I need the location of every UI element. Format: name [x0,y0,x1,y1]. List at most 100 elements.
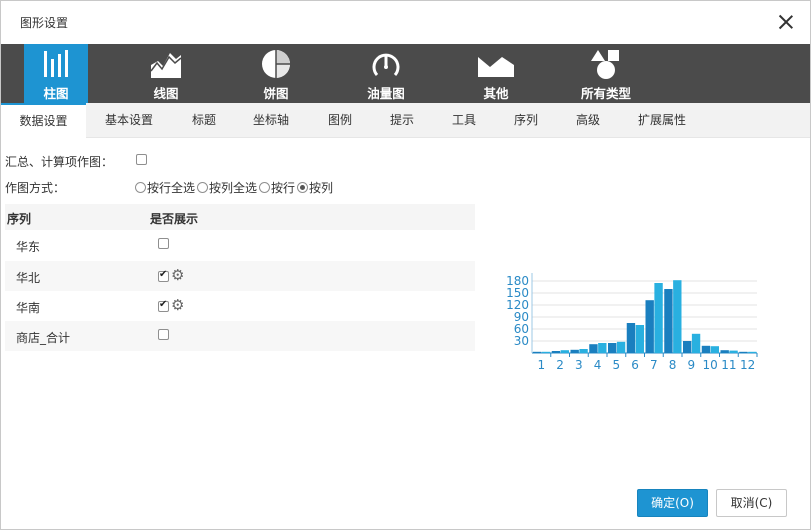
radio-label: 按行 [271,181,296,195]
x-tick-label: 9 [688,358,696,372]
chart-bar [589,344,598,353]
radio-button [197,182,209,193]
chart-type-bar[interactable]: 柱图 [24,44,88,103]
tab-title[interactable]: 标题 [192,103,216,138]
chart-preview: 3060901201501801 2 3 4 5 6 7 8 9 10 11 12 [506,273,758,372]
chart-type-line[interactable]: 线图 [134,44,198,103]
gauge-icon [372,53,400,76]
series-name: 华南 [16,301,41,315]
chart-type-all[interactable]: 所有类型 [574,44,638,103]
table-row: 华东 [5,230,475,260]
series-visible-checkbox[interactable] [158,299,169,312]
x-tick-label: 6 [631,358,639,372]
tab-series[interactable]: 序列 [514,103,538,138]
gear-icon[interactable]: ⚙ [171,296,184,314]
x-tick-label: 4 [594,358,602,372]
line-chart-icon [150,53,182,78]
tab-legend[interactable]: 图例 [328,103,352,138]
chart-type-label: 线图 [153,86,179,101]
radio-label: 按列 [309,181,334,195]
chart-type-other[interactable]: 其他 [464,44,528,103]
plot-mode-label: 作图方式： [5,181,66,195]
chart-settings-dialog: 图形设置 柱图 线图 饼图 油量图 其他 所有类型 数据设置 基本设置 标题 坐… [0,0,811,530]
table-row: 华南 ⚙ [5,291,475,321]
chart-type-toolbar: 柱图 线图 饼图 油量图 其他 所有类型 [1,44,810,103]
chart-bar [720,350,729,353]
y-tick-label: 30 [514,334,529,348]
chart-bar [541,351,551,353]
x-tick-label: 2 [556,358,564,372]
chart-bar [616,341,626,353]
chart-bar [691,333,701,353]
chart-bar [598,343,607,353]
series-visible-checkbox[interactable] [158,329,169,340]
cancel-button[interactable]: 取消(C) [716,489,787,517]
chart-type-label: 油量图 [367,86,405,101]
chart-type-pie[interactable]: 饼图 [244,44,308,103]
y-tick-label: 120 [506,298,529,312]
radio-button-selected [297,182,309,193]
radio-button [259,182,271,193]
chart-bar [739,351,748,353]
chart-type-gauge[interactable]: 油量图 [354,44,418,103]
table-row: 商店_合计 [5,321,475,351]
x-tick-label: 7 [650,358,658,372]
bar-chart-icon [42,50,68,77]
tab-data-settings[interactable]: 数据设置 [1,103,86,138]
series-name: 华东 [16,240,41,254]
gear-icon[interactable]: ⚙ [171,266,184,284]
ok-button[interactable]: 确定(O) [637,489,708,517]
chart-bar [748,351,757,353]
settings-tabs: 数据设置 基本设置 标题 坐标轴 图例 提示 工具 序列 高级 扩展属性 [1,103,810,138]
chart-bar [701,345,711,353]
tab-tools[interactable]: 工具 [452,103,476,138]
chart-type-label: 柱图 [43,86,69,101]
y-tick-label: 60 [514,322,529,336]
summary-plot-label: 汇总、计算项作图： [5,155,114,169]
chart-bar [551,351,561,353]
chart-bar [654,283,663,353]
tab-advanced[interactable]: 高级 [576,103,600,138]
radio-by-row[interactable]: 按行 [259,179,295,196]
summary-plot-checkbox[interactable] [136,154,147,165]
chart-bar [664,289,673,353]
chart-bar [729,350,738,353]
radio-button [135,182,146,193]
tab-axis[interactable]: 坐标轴 [253,103,289,138]
y-tick-label: 150 [506,286,529,300]
series-name: 华北 [16,271,41,285]
radio-select-all-rows[interactable]: 按行全选 [135,179,195,196]
tab-extended-properties[interactable]: 扩展属性 [638,103,686,138]
table-header: 序列 是否展示 [5,204,475,230]
x-tick-label: 3 [575,358,583,372]
chart-bar [570,349,579,353]
chart-bar [533,351,542,353]
chart-bar [608,343,617,353]
chart-bar [673,280,682,353]
column-header-visible: 是否展示 [150,212,199,226]
series-visible-checkbox[interactable] [158,238,169,249]
x-tick-label: 10 [702,358,717,372]
chart-bar [710,346,719,353]
column-header-series: 序列 [7,212,32,226]
chart-bar [579,349,588,353]
all-types-icon [591,50,619,79]
radio-label: 按列全选 [209,181,258,195]
series-visible-checkbox[interactable] [158,269,169,282]
tab-basic-settings[interactable]: 基本设置 [105,103,153,138]
chart-bar [645,300,654,353]
radio-label: 按行全选 [147,181,196,195]
plot-mode-radio-group: 按行全选 按列全选 按行 按列 [135,179,335,196]
tab-tooltip[interactable]: 提示 [390,103,414,138]
x-tick-label: 5 [613,358,621,372]
series-name: 商店_合计 [16,331,71,345]
x-tick-label: 8 [669,358,677,372]
y-tick-label: 90 [514,310,529,324]
radio-by-column[interactable]: 按列 [297,179,333,196]
radio-select-all-columns[interactable]: 按列全选 [197,179,257,196]
close-icon[interactable] [777,13,795,31]
chart-bar [626,323,636,353]
chart-bar [683,341,692,353]
y-tick-label: 180 [506,274,529,288]
other-chart-icon [478,57,514,77]
